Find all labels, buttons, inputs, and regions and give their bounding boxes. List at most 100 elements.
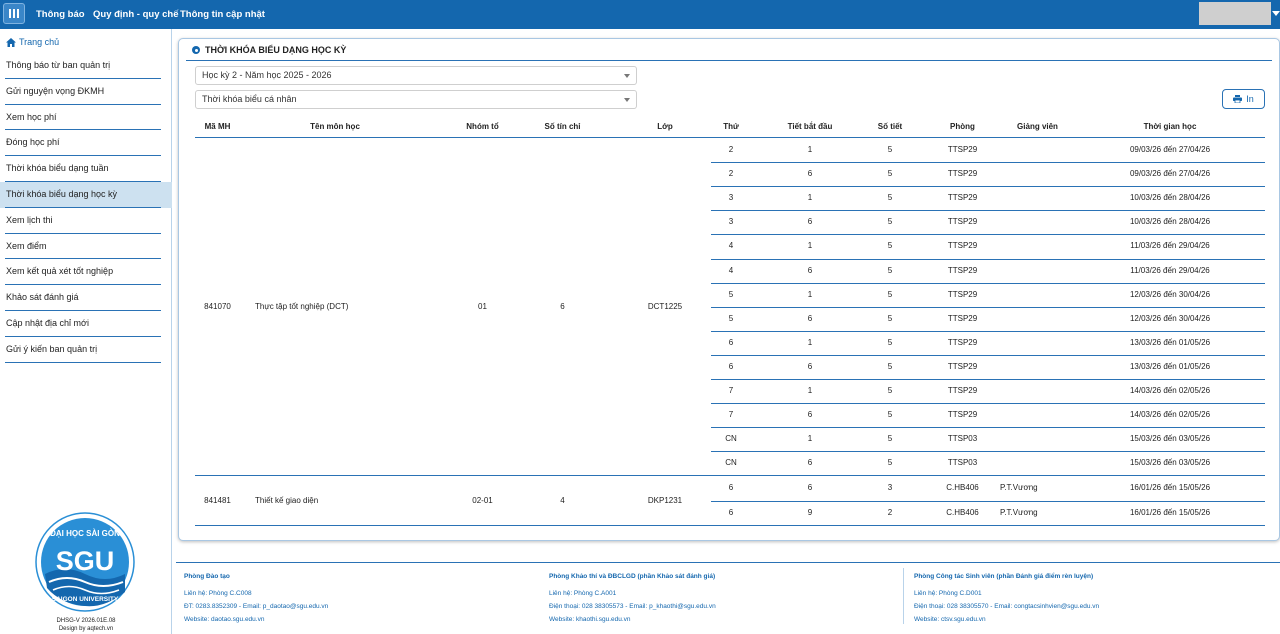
session-room: TTSP29 — [947, 241, 978, 251]
print-button[interactable]: In — [1222, 89, 1265, 109]
session-day: 6 — [728, 483, 734, 493]
session-time: 13/03/26 đến 01/05/26 — [1129, 361, 1211, 371]
sidebar-item[interactable]: Xem học phí — [0, 105, 172, 131]
footer-website[interactable]: Website: ctsv.sgu.edu.vn — [914, 613, 1099, 626]
session-start: 1 — [807, 193, 813, 203]
semester-select[interactable]: Học kỳ 2 - Năm học 2025 - 2026 — [195, 66, 637, 85]
session-room: TTSP29 — [947, 169, 978, 179]
session-day: 3 — [728, 217, 734, 227]
session-day: 6 — [728, 507, 734, 517]
column-header: Tên môn học — [310, 122, 360, 131]
session-periods: 5 — [887, 169, 893, 179]
semester-select-value: Học kỳ 2 - Năm học 2025 - 2026 — [202, 70, 332, 80]
session-start: 1 — [807, 337, 813, 347]
session-periods: 5 — [887, 289, 893, 299]
session-start: 6 — [807, 483, 813, 493]
session-room: TTSP03 — [947, 434, 978, 444]
course-divider — [195, 524, 1265, 526]
user-account-box[interactable] — [1199, 2, 1271, 25]
column-header: Mã MH — [204, 122, 231, 131]
session-room: TTSP29 — [947, 337, 978, 347]
session-start: 6 — [807, 313, 813, 323]
column-header: Phòng — [950, 122, 975, 131]
session-periods: 5 — [887, 361, 893, 371]
session-periods: 5 — [887, 241, 893, 251]
footer-website[interactable]: Website: daotao.sgu.edu.vn — [184, 613, 328, 626]
session-periods: 5 — [887, 458, 893, 468]
panel-title-text: THỜI KHÓA BIỂU DẠNG HỌC KỲ — [205, 45, 347, 55]
home-link[interactable]: Trang chủ — [6, 37, 59, 47]
logo-mark-text: SGU — [56, 546, 115, 576]
session-periods: 5 — [887, 434, 893, 444]
session-start: 6 — [807, 410, 813, 420]
footer-phone[interactable]: Điện thoại: 028 38305573 - Email: p_khao… — [549, 600, 716, 613]
footer-website[interactable]: Website: khaothi.sgu.edu.vn — [549, 613, 716, 626]
printer-icon — [1233, 95, 1243, 103]
title-divider — [186, 60, 1272, 61]
home-label: Trang chủ — [19, 37, 60, 47]
column-header: Giảng viên — [1017, 122, 1058, 131]
course-name: Thiết kế giao diện — [255, 495, 319, 505]
session-periods: 5 — [887, 145, 893, 154]
session-lecturer — [1000, 355, 1075, 379]
session-time: 09/03/26 đến 27/04/26 — [1129, 169, 1211, 179]
sidebar-item[interactable]: Cập nhật địa chỉ mới — [0, 311, 172, 337]
column-header: Số tín chỉ — [544, 122, 581, 131]
session-time: 12/03/26 đến 30/04/26 — [1129, 289, 1211, 299]
course-group: 01 — [478, 301, 487, 311]
nav-thong-bao[interactable]: Thông báo — [36, 0, 85, 29]
session-start: 9 — [807, 507, 813, 517]
course-class: DKP1231 — [647, 495, 683, 505]
session-periods: 5 — [887, 337, 893, 347]
session-periods: 5 — [887, 313, 893, 323]
session-day: 6 — [728, 337, 734, 347]
sidebar-item[interactable]: Thời khóa biểu dạng tuần — [0, 156, 172, 182]
chevron-down-icon[interactable] — [1272, 11, 1280, 16]
session-lecturer — [1000, 186, 1075, 210]
session-time: 16/01/26 đến 15/05/26 — [1129, 507, 1211, 517]
session-day: 4 — [728, 265, 734, 275]
session-time: 14/03/26 đến 02/05/26 — [1129, 410, 1211, 420]
logo-bottom-text: SAIGON UNIVERSITY — [52, 596, 119, 603]
sidebar-item[interactable]: Thông báo từ ban quản trị — [0, 53, 172, 79]
schedule-panel: THỜI KHÓA BIỂU DẠNG HỌC KỲ Học kỳ 2 - Nă… — [178, 38, 1280, 541]
footer-column: Phòng Đào tạo Liên hệ: Phòng C.C008 ĐT: 02… — [184, 571, 328, 626]
session-time: 13/03/26 đến 01/05/26 — [1129, 337, 1211, 347]
nav-thong-tin[interactable]: Thông tin cập nhật — [180, 0, 265, 29]
footer-contact: Liên hệ: Phòng C.C008 — [184, 590, 252, 597]
course-group: 02-01 — [472, 495, 493, 505]
session-periods: 5 — [887, 410, 893, 420]
footer-phone[interactable]: ĐT: 0283.8352309 - Email: p_daotao@sgu.e… — [184, 600, 328, 613]
course-code: 841070 — [204, 301, 231, 311]
sidebar-item[interactable]: Đóng học phí — [0, 130, 172, 156]
sidebar-item[interactable]: Xem lịch thi — [0, 208, 172, 234]
sidebar-item[interactable]: Gửi ý kiến ban quản trị — [0, 337, 172, 363]
sidebar-item[interactable]: Khảo sát đánh giá — [0, 285, 172, 311]
session-room: TTSP29 — [947, 289, 978, 299]
panel-title: THỜI KHÓA BIỂU DẠNG HỌC KỲ — [192, 45, 346, 55]
course-class: DCT1225 — [647, 301, 683, 311]
sidebar-item[interactable]: Xem điểm — [0, 234, 172, 260]
session-room: C.HB406 — [946, 483, 979, 493]
session-lecturer — [1000, 427, 1075, 451]
schedule-type-select[interactable]: Thời khóa biểu cá nhân — [195, 90, 637, 109]
footer-title: Phòng Công tác Sinh viên (phần Đánh giá … — [914, 573, 1094, 580]
session-time: 09/03/26 đến 27/04/26 — [1129, 145, 1211, 154]
footer-title: Phòng Khảo thí và ĐBCLGD (phần Khảo sát … — [549, 573, 716, 580]
session-lecturer — [1000, 403, 1075, 427]
session-lecturer — [1000, 162, 1075, 186]
menu-grid-icon[interactable] — [3, 3, 25, 24]
session-start: 1 — [807, 386, 813, 395]
session-room: TTSP29 — [947, 361, 978, 371]
footer-phone[interactable]: Điện thoại: 028 38305570 - Email: congta… — [914, 600, 1099, 613]
column-header: Tiết bắt đầu — [787, 122, 833, 131]
session-room: TTSP29 — [947, 410, 978, 420]
session-lecturer — [1000, 451, 1075, 475]
footer-column-separator — [903, 568, 904, 624]
nav-quy-dinh[interactable]: Quy định - quy chế — [93, 0, 179, 29]
sidebar-item[interactable]: Xem kết quả xét tốt nghiệp — [0, 259, 172, 285]
sidebar-item[interactable]: Thời khóa biểu dạng học kỳ — [0, 181, 172, 208]
session-day: 5 — [728, 289, 734, 299]
session-day: 7 — [728, 410, 734, 420]
sidebar-item[interactable]: Gửi nguyện vọng ĐKMH — [0, 79, 172, 105]
